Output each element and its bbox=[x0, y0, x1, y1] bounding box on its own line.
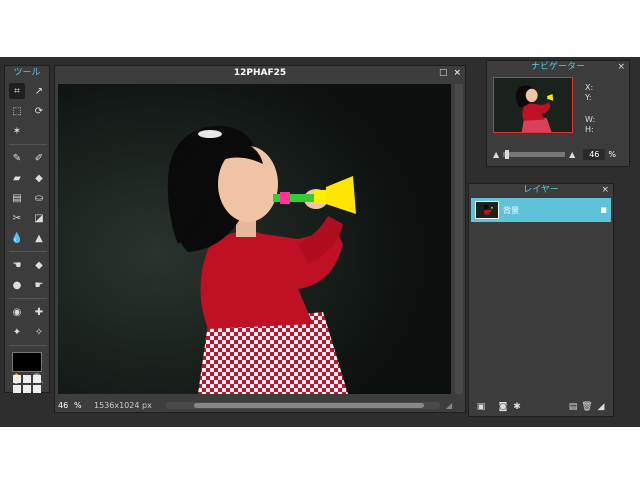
canvas-window-titlebar[interactable]: 12PHAF25 □ × bbox=[55, 66, 465, 80]
zoom-slider[interactable] bbox=[503, 149, 566, 159]
navigator-zoom-controls: ▲ ▲ 46 % bbox=[493, 148, 625, 160]
pinch-icon[interactable]: ✧ bbox=[31, 324, 47, 340]
tools-grid-toggle-button[interactable] bbox=[13, 375, 41, 393]
sponge-icon[interactable]: ◆ bbox=[31, 257, 47, 273]
height-label: H: bbox=[585, 125, 594, 134]
zoom-unit: % bbox=[74, 400, 82, 410]
lasso-icon[interactable]: ⟳ bbox=[31, 103, 47, 119]
layers-panel: レイヤー × 背景 ■ ▣ ◙ ✱ ▤ 🗑 ◢ bbox=[468, 183, 614, 417]
horizontal-scrollbar-thumb[interactable] bbox=[194, 402, 424, 408]
pencil-icon[interactable]: ✎ bbox=[9, 150, 25, 166]
zoom-input[interactable]: 46 bbox=[58, 401, 74, 410]
navigator-zoom-input[interactable]: 46 bbox=[583, 148, 606, 160]
image-size-label: 1536x1024 px bbox=[94, 400, 152, 410]
new-layer-icon[interactable]: ▤ bbox=[567, 402, 579, 412]
zoom-slider-knob[interactable] bbox=[505, 149, 510, 159]
bloat-icon[interactable]: ✦ bbox=[9, 324, 25, 340]
navigator-thumbnail[interactable] bbox=[493, 77, 573, 133]
tool-separator bbox=[9, 251, 47, 252]
close-icon[interactable]: × bbox=[601, 184, 609, 196]
navigator-panel: ナビゲーター × X: Y: W: H: ▲ ▲ 46 % bbox=[486, 60, 630, 167]
trash-icon[interactable]: 🗑 bbox=[581, 402, 593, 412]
smudge-icon[interactable]: ☚ bbox=[9, 257, 25, 273]
layer-mask-icon[interactable]: ◙ bbox=[497, 402, 509, 412]
foreground-color-swatch[interactable] bbox=[12, 352, 42, 372]
layers-title: レイヤー bbox=[523, 185, 559, 195]
burn-icon[interactable]: ☛ bbox=[31, 277, 47, 293]
canvas-photo-girl-trumpet bbox=[58, 84, 451, 394]
paint-bucket-icon[interactable]: ◆ bbox=[31, 170, 47, 186]
horizontal-scrollbar[interactable] bbox=[166, 401, 440, 409]
marquee-icon[interactable]: ⬚ bbox=[9, 103, 25, 119]
blur-icon[interactable]: 💧 bbox=[9, 230, 25, 246]
drawing-icon[interactable]: ◪ bbox=[31, 210, 47, 226]
photo-editor-app: ツール ⌗↗⬚⟳✶✎✐▰◆▤⛀✂◪💧▲☚◆●☛◉✚✦✧⟋A✋🔍 12PHAF25… bbox=[0, 57, 640, 427]
y-coordinate-label: Y: bbox=[585, 93, 592, 102]
maximize-icon[interactable]: □ bbox=[439, 66, 448, 80]
eraser-icon[interactable]: ▰ bbox=[9, 170, 25, 186]
navigator-zoom-unit: % bbox=[608, 149, 616, 159]
layer-thumbnail bbox=[475, 201, 499, 219]
canvas-statusbar: 46 % 1536x1024 px ◢ bbox=[55, 398, 465, 412]
dodge-icon[interactable]: ● bbox=[9, 277, 25, 293]
tools-panel-title: ツール bbox=[13, 68, 41, 78]
navigator-title: ナビゲーター bbox=[530, 62, 585, 72]
tools-panel: ツール ⌗↗⬚⟳✶✎✐▰◆▤⛀✂◪💧▲☚◆●☛◉✚✦✧⟋A✋🔍 bbox=[4, 65, 50, 393]
tool-separator bbox=[9, 298, 47, 299]
tool-separator bbox=[9, 345, 47, 346]
width-label: W: bbox=[585, 115, 596, 124]
layer-thumbnail-image bbox=[476, 202, 498, 218]
gradient-icon[interactable]: ▤ bbox=[9, 190, 25, 206]
document-title: 12PHAF25 bbox=[233, 68, 287, 78]
canvas-window: 12PHAF25 □ × 46 % 1536x1024 px ◢ bbox=[54, 65, 466, 413]
tool-separator bbox=[9, 144, 47, 145]
layer-item[interactable]: 背景 ■ bbox=[471, 198, 611, 222]
magic-wand-icon[interactable]: ✶ bbox=[9, 123, 25, 139]
zoom-in-icon[interactable]: ▲ bbox=[569, 150, 575, 159]
canvas-image[interactable] bbox=[58, 84, 451, 394]
tool-grid: ⌗↗⬚⟳✶✎✐▰◆▤⛀✂◪💧▲☚◆●☛◉✚✦✧⟋A✋🔍 bbox=[5, 80, 49, 390]
lock-icon[interactable]: ■ bbox=[600, 206, 607, 214]
move-icon[interactable]: ↗ bbox=[31, 83, 47, 99]
brush-icon[interactable]: ✐ bbox=[31, 150, 47, 166]
x-coordinate-label: X: bbox=[585, 83, 594, 92]
red-eye-icon[interactable]: ◉ bbox=[9, 304, 25, 320]
close-icon[interactable]: × bbox=[453, 66, 461, 80]
add-filter-icon[interactable]: ✱ bbox=[511, 402, 523, 412]
crop-icon[interactable]: ⌗ bbox=[9, 83, 25, 99]
resize-handle-icon[interactable]: ◢ bbox=[595, 402, 607, 412]
spot-heal-icon[interactable]: ✚ bbox=[31, 304, 47, 320]
vertical-scrollbar[interactable] bbox=[455, 84, 463, 394]
sharpen-icon[interactable]: ▲ bbox=[31, 230, 47, 246]
layer-styles-icon[interactable]: ▣ bbox=[475, 402, 487, 412]
zoom-out-icon[interactable]: ▲ bbox=[493, 150, 499, 159]
navigator-coordinates: X: Y: W: H: bbox=[585, 83, 595, 135]
resize-handle-icon[interactable]: ◢ bbox=[446, 401, 452, 410]
layer-name: 背景 bbox=[503, 205, 519, 215]
navigator-thumbnail-image bbox=[494, 78, 572, 132]
color-replace-icon[interactable]: ✂ bbox=[9, 210, 25, 226]
layers-titlebar[interactable]: レイヤー × bbox=[469, 184, 613, 196]
clone-stamp-icon[interactable]: ⛀ bbox=[31, 190, 47, 206]
navigator-titlebar[interactable]: ナビゲーター × bbox=[487, 61, 629, 73]
layers-toolbar: ▣ ◙ ✱ ▤ 🗑 ◢ bbox=[469, 400, 613, 414]
close-icon[interactable]: × bbox=[617, 61, 625, 73]
